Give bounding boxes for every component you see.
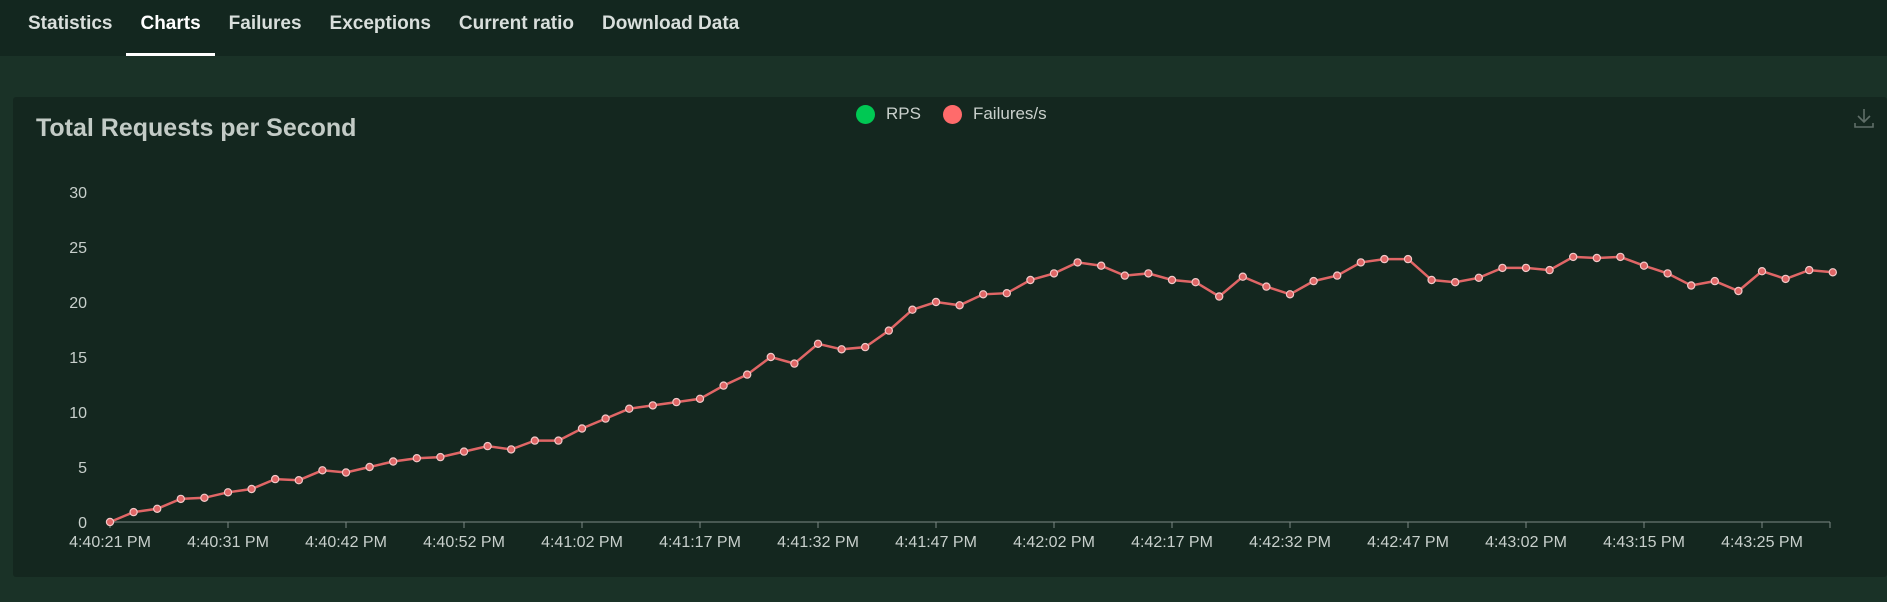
data-point-67 [1686, 281, 1696, 290]
data-point-62 [1568, 252, 1578, 262]
y-tick-label-30: 30 [69, 185, 87, 202]
data-point-11 [365, 462, 374, 472]
data-point-17 [507, 445, 516, 454]
data-point-19 [554, 436, 563, 445]
data-point-58 [1474, 273, 1484, 282]
data-point-48 [1238, 272, 1248, 281]
data-point-5 [223, 488, 233, 497]
data-point-26 [719, 381, 728, 390]
data-point-18 [530, 436, 540, 445]
x-tick-label-4: 4:41:02 PM [541, 534, 623, 551]
data-point-0 [105, 517, 115, 527]
data-point-6 [247, 484, 256, 494]
data-point-28 [766, 352, 776, 362]
x-tick-label-8: 4:42:02 PM [1013, 534, 1095, 551]
y-tick-label-20: 20 [69, 295, 87, 312]
data-point-38 [1002, 289, 1012, 298]
data-point-21 [601, 414, 610, 423]
data-point-45 [1167, 275, 1177, 285]
data-point-47 [1214, 292, 1224, 301]
data-point-56 [1427, 275, 1436, 285]
data-point-32 [861, 342, 870, 352]
data-point-16 [483, 441, 492, 451]
x-tick-label-12: 4:43:02 PM [1485, 534, 1567, 551]
data-point-29 [790, 359, 799, 368]
data-point-31 [837, 345, 846, 354]
x-tick-label-3: 4:40:52 PM [423, 534, 505, 551]
data-point-7 [271, 474, 280, 484]
data-point-65 [1639, 261, 1649, 270]
data-point-35 [931, 297, 941, 307]
data-point-54 [1380, 254, 1389, 264]
data-point-43 [1120, 271, 1130, 280]
data-point-13 [412, 454, 421, 463]
data-point-50 [1285, 290, 1295, 299]
data-point-27 [743, 370, 752, 379]
series-line-failures [109, 255, 1833, 524]
data-point-8 [294, 476, 303, 485]
data-point-66 [1663, 269, 1672, 278]
data-point-23 [648, 401, 658, 410]
data-point-70 [1757, 267, 1767, 276]
data-point-51 [1309, 276, 1318, 286]
data-point-9 [318, 466, 327, 475]
x-tick-label-5: 4:41:17 PM [659, 534, 741, 551]
data-point-14 [436, 452, 445, 462]
y-tick-label-5: 5 [78, 460, 87, 477]
data-point-39 [1026, 275, 1035, 285]
data-point-24 [672, 397, 681, 407]
data-point-49 [1262, 282, 1271, 291]
x-tick-label-9: 4:42:17 PM [1131, 534, 1213, 551]
data-point-69 [1734, 286, 1743, 296]
data-point-37 [979, 290, 988, 299]
data-point-68 [1710, 276, 1720, 286]
data-point-33 [884, 326, 894, 335]
x-tick-label-2: 4:40:42 PM [305, 534, 387, 551]
line-chart: 0 5 10 15 20 25 30 4:40:21 PM 4:40:31 PM 4:40:42 … [69, 185, 1838, 551]
data-point-72 [1804, 265, 1814, 275]
data-point-1 [129, 507, 138, 517]
data-point-40 [1049, 269, 1059, 278]
x-tick-label-11: 4:42:47 PM [1367, 534, 1449, 551]
data-point-44 [1144, 269, 1153, 278]
data-point-71 [1781, 274, 1790, 284]
data-point-52 [1332, 271, 1342, 280]
data-point-73 [1828, 268, 1838, 277]
x-tick-label-7: 4:41:47 PM [895, 534, 977, 551]
x-tick-label-10: 4:42:32 PM [1249, 534, 1331, 551]
data-point-46 [1191, 278, 1200, 287]
data-point-15 [459, 447, 469, 456]
data-point-53 [1356, 258, 1366, 267]
data-point-2 [152, 504, 162, 513]
y-tick-label-15: 15 [69, 350, 87, 367]
y-tick-label-0: 0 [78, 515, 87, 532]
data-point-57 [1450, 278, 1460, 287]
data-point-63 [1592, 253, 1602, 263]
x-tick-label-1: 4:40:31 PM [187, 534, 269, 551]
data-point-3 [176, 494, 185, 504]
x-tick-label-0: 4:40:21 PM [69, 534, 151, 551]
data-point-42 [1096, 261, 1106, 270]
data-point-64 [1616, 252, 1625, 262]
data-point-22 [625, 404, 634, 413]
y-tick-label-10: 10 [69, 405, 87, 422]
y-tick-label-25: 25 [69, 240, 87, 257]
data-point-59 [1498, 263, 1507, 273]
data-point-10 [341, 468, 351, 477]
data-point-20 [577, 424, 587, 433]
data-point-12 [389, 457, 398, 466]
data-point-36 [955, 301, 964, 310]
data-point-55 [1403, 254, 1413, 264]
x-tick-label-14: 4:43:25 PM [1721, 534, 1803, 551]
data-point-30 [813, 339, 823, 348]
data-point-60 [1521, 263, 1531, 273]
x-tick-label-13: 4:43:15 PM [1603, 534, 1685, 551]
data-point-41 [1073, 258, 1082, 267]
data-point-34 [908, 305, 917, 314]
data-point-4 [200, 493, 209, 502]
x-tick-label-6: 4:41:32 PM [777, 534, 859, 551]
data-point-25 [695, 394, 705, 403]
data-point-61 [1545, 265, 1554, 275]
